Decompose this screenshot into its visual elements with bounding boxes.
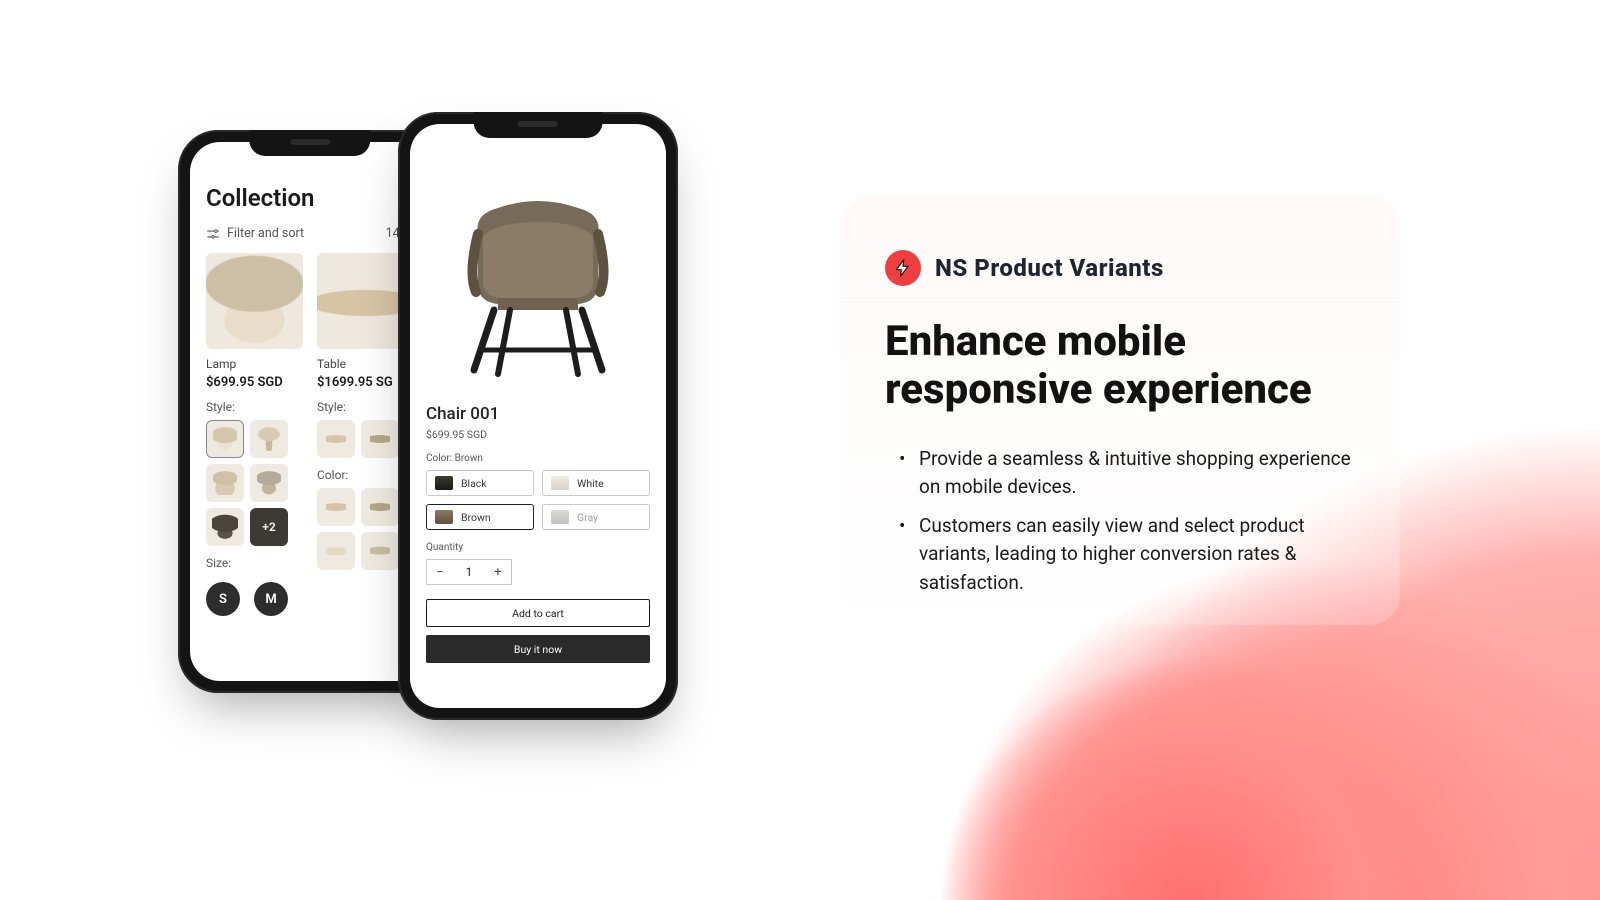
filter-sort-button[interactable]: Filter and sort <box>206 226 304 241</box>
phone-mockup-front: Chair 001 $699.95 SGD Color: Brown Black… <box>398 112 678 720</box>
bullet-list: Provide a seamless & intuitive shopping … <box>885 445 1355 598</box>
headline: Enhance mobile responsive experience <box>885 318 1355 415</box>
qty-increment-button[interactable]: + <box>485 560 511 584</box>
color-chip-brown[interactable]: Brown <box>426 504 534 530</box>
product-name: Lamp <box>206 357 303 371</box>
style-swatch[interactable] <box>361 420 399 458</box>
collection-title: Collection <box>206 184 414 212</box>
qty-value: 1 <box>453 560 485 584</box>
sliders-icon <box>206 227 220 241</box>
phone-notch <box>249 130 370 156</box>
info-card: NS Product Variants Enhance mobile respo… <box>840 195 1400 625</box>
style-swatch[interactable] <box>250 464 288 502</box>
style-swatch[interactable] <box>206 508 244 546</box>
color-chip-black[interactable]: Black <box>426 470 534 496</box>
product-image <box>206 253 303 349</box>
color-swatch[interactable] <box>361 532 399 570</box>
size-option[interactable]: M <box>254 582 288 616</box>
color-chip-white[interactable]: White <box>542 470 650 496</box>
chair-icon <box>435 510 453 524</box>
chair-icon <box>435 476 453 490</box>
bullet-item: Customers can easily view and select pro… <box>895 512 1355 598</box>
color-chip-gray[interactable]: Gray <box>542 504 650 530</box>
color-swatch[interactable] <box>317 532 355 570</box>
size-label: Size: <box>206 556 303 570</box>
style-label: Style: <box>206 400 303 414</box>
brand-name: NS Product Variants <box>935 254 1164 282</box>
product-price: $699.95 SGD <box>426 428 650 441</box>
quantity-stepper: − 1 + <box>426 559 512 585</box>
style-swatch[interactable] <box>206 420 244 458</box>
color-label: Color: Brown <box>426 453 650 464</box>
add-to-cart-button[interactable]: Add to cart <box>426 599 650 627</box>
size-option[interactable]: S <box>206 582 240 616</box>
product-price: $699.95 SGD <box>206 375 303 390</box>
style-swatch[interactable] <box>250 420 288 458</box>
product-hero-image <box>426 164 650 394</box>
filter-sort-label: Filter and sort <box>227 226 304 241</box>
phone-notch <box>474 112 603 138</box>
chip-label: White <box>577 477 604 490</box>
bullet-item: Provide a seamless & intuitive shopping … <box>895 445 1355 502</box>
color-swatch[interactable] <box>361 488 399 526</box>
chair-icon <box>551 510 569 524</box>
chip-label: Gray <box>577 511 598 524</box>
brand-logo-icon <box>885 250 921 286</box>
buy-now-button[interactable]: Buy it now <box>426 635 650 663</box>
product-name: Chair 001 <box>426 404 650 424</box>
color-swatch[interactable] <box>317 488 355 526</box>
quantity-label: Quantity <box>426 542 650 553</box>
product-card[interactable]: Lamp $699.95 SGD Style: +2 Size: S M <box>206 253 303 616</box>
chair-icon <box>551 476 569 490</box>
style-swatch-more[interactable]: +2 <box>250 508 288 546</box>
qty-decrement-button[interactable]: − <box>427 560 453 584</box>
chip-label: Black <box>461 477 487 490</box>
chip-label: Brown <box>461 511 491 524</box>
style-swatch[interactable] <box>206 464 244 502</box>
style-swatch[interactable] <box>317 420 355 458</box>
